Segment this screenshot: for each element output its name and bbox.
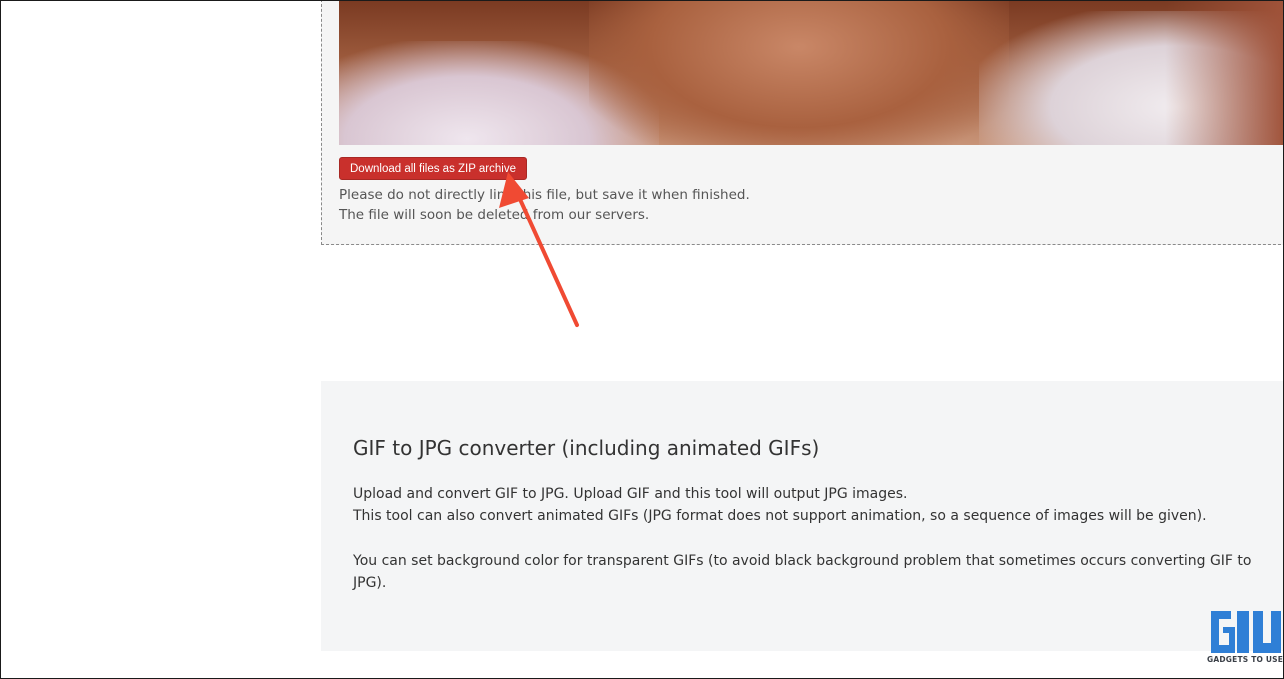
browser-viewport: Download all files as ZIP archive Please… <box>0 0 1284 679</box>
info-paragraph-1-line-2: This tool can also convert animated GIFs… <box>353 508 1207 524</box>
download-zip-button[interactable]: Download all files as ZIP archive <box>339 157 527 180</box>
info-description: Upload and convert GIF to JPG. Upload GI… <box>353 483 1263 594</box>
info-panel: GIF to JPG converter (including animated… <box>321 381 1283 651</box>
info-paragraph-1-line-1: Upload and convert GIF to JPG. Upload GI… <box>353 486 908 502</box>
download-notice: Please do not directly link this file, b… <box>339 185 750 225</box>
info-paragraph-2: You can set background color for transpa… <box>353 553 1252 591</box>
gadgets-to-use-logo-icon <box>1211 611 1281 653</box>
notice-line-1: Please do not directly link this file, b… <box>339 187 750 203</box>
notice-line-2: The file will soon be deleted from our s… <box>339 207 650 223</box>
info-title: GIF to JPG converter (including animated… <box>353 436 820 460</box>
watermark-text: GADGETS TO USE <box>1207 655 1284 664</box>
watermark: GADGETS TO USE <box>1207 609 1283 665</box>
converted-jpg-preview[interactable] <box>339 1 1283 145</box>
